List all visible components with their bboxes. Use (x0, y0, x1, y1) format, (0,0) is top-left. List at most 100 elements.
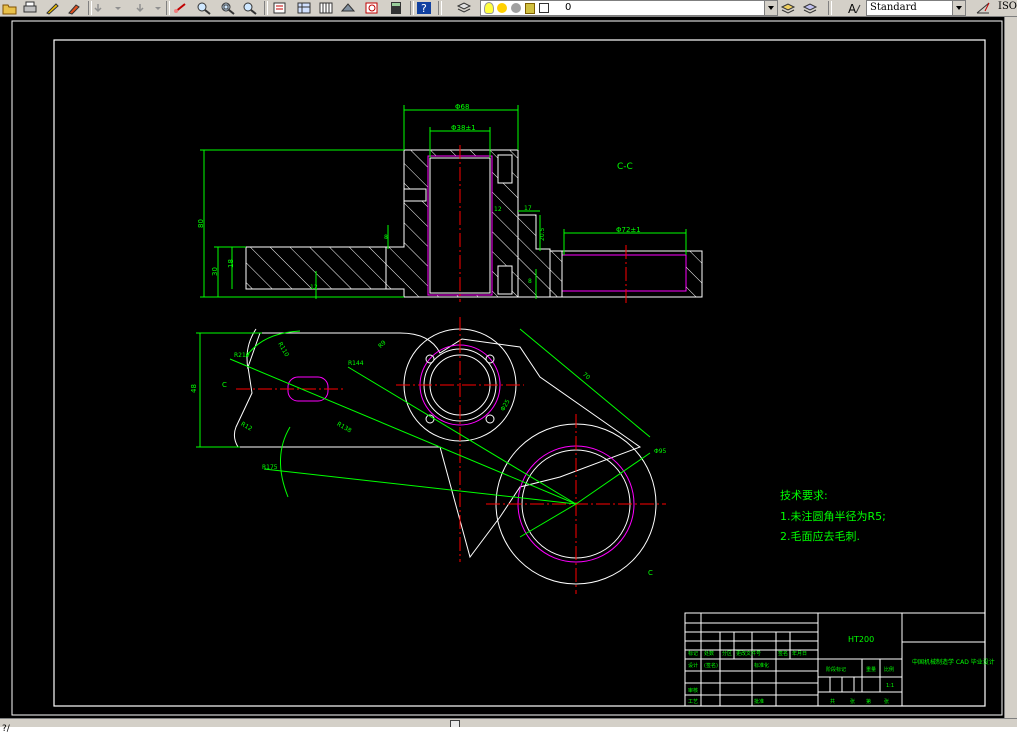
cad-window: ? 0 A Standard ISO Φ68 Φ38±1 80 30 18 8 … (0, 0, 1017, 735)
undo-dropdown-icon[interactable] (110, 1, 126, 15)
dim-bore: Φ38±1 (451, 124, 476, 132)
dim-r175: R175 (262, 464, 278, 471)
tb-cell-10: 重量 (866, 666, 876, 673)
color-swatch-icon (539, 3, 549, 13)
tb-cell-1: 处数 (704, 650, 714, 657)
tech-req-line-1: 1.未注圆角半径为R5; (780, 509, 886, 523)
redo-icon[interactable] (132, 1, 148, 15)
dim-r9: R9 (377, 339, 388, 350)
pencil-icon[interactable] (44, 1, 60, 15)
tb-cell-18: 第 (866, 698, 871, 705)
dim-right-h: 20.5 (539, 227, 546, 241)
zoom-previous-icon[interactable] (242, 1, 258, 15)
cut-mark-left: C (222, 381, 227, 389)
standard-toolbar: ? 0 A Standard ISO (0, 0, 1017, 17)
tb-cell-16: 共 (830, 698, 835, 705)
dim-style-icon[interactable] (975, 1, 991, 15)
plan-dimensions (196, 328, 651, 538)
dim-r12: R12 (240, 421, 254, 433)
dim-right-small: 8 (528, 278, 532, 285)
text-style-name: Standard (870, 2, 917, 13)
dim-height-total: 80 (197, 219, 205, 228)
tb-cell-6: 设计 (688, 662, 698, 669)
dim-r210: R210 (234, 352, 250, 359)
dim-bottom-small: 12 (310, 284, 318, 291)
dim-right-bore: Φ72±1 (616, 226, 641, 234)
dim-left-height: 48 (190, 384, 198, 393)
section-label: C-C (617, 162, 633, 172)
dim-small-h: 8 (384, 234, 388, 241)
plan-centerlines (236, 317, 666, 594)
layer-manager-icon[interactable] (456, 1, 472, 15)
redo-dropdown-icon[interactable] (150, 1, 166, 15)
sheet-set-icon[interactable] (340, 1, 356, 15)
dim-step: 17 (524, 205, 532, 212)
tb-cell-8: 标准化 (754, 662, 769, 669)
dim-r138: R138 (336, 421, 353, 435)
dim-r144: R144 (348, 360, 364, 367)
drawing-frame (53, 39, 986, 707)
tb-cell-17: 张 (850, 698, 855, 705)
tb-cell-19: 张 (884, 698, 889, 705)
tb-cell-7: (签名) (704, 662, 718, 669)
tb-cell-4: 签名 (778, 650, 788, 657)
sun-icon (497, 3, 507, 13)
pan-icon[interactable] (172, 1, 188, 15)
bulb-icon (484, 2, 494, 14)
dim-r110: R110 (276, 341, 290, 358)
tb-cell-0: 标记 (688, 650, 698, 657)
dim-arm-thickness: 30 (211, 267, 219, 276)
dim-slot-w: 12 (494, 206, 502, 213)
dim-d95: Φ95 (654, 448, 667, 455)
markup-icon[interactable] (364, 1, 380, 15)
section-view (245, 149, 703, 298)
dim-long: 70 (581, 371, 591, 381)
zoom-realtime-icon[interactable] (196, 1, 212, 15)
svg-text:?: ? (421, 2, 427, 15)
design-center-icon[interactable] (296, 1, 312, 15)
chevron-down-icon[interactable] (952, 1, 965, 15)
sheet-border (11, 20, 1003, 716)
make-object-layer-current-icon[interactable] (780, 1, 796, 15)
freeze-icon (511, 3, 521, 13)
cut-mark-right: C (648, 569, 653, 577)
open-icon[interactable] (2, 1, 18, 15)
tb-cell-14: 批准 (754, 698, 764, 705)
tech-req-title: 技术要求: (780, 489, 828, 502)
vertical-scrollbar[interactable] (1004, 17, 1017, 718)
dim-top-width: Φ68 (455, 103, 469, 111)
tb-cell-3: 更改文件号 (736, 650, 761, 657)
properties-icon[interactable] (272, 1, 288, 15)
drawing-svg: Φ68 Φ38±1 80 30 18 8 12 17 20.5 8 Φ72±1 … (11, 20, 1003, 716)
tb-cell-2: 分区 (722, 650, 732, 657)
print-icon[interactable] (22, 1, 38, 15)
dim-arm-inner: 18 (227, 259, 235, 268)
text-style-dropdown[interactable]: Standard (866, 0, 966, 16)
tb-cell-15: 1:1 (886, 683, 894, 689)
tb-cell-13: 工艺 (688, 699, 698, 705)
title-material: HT200 (848, 635, 874, 644)
plan-view (233, 328, 657, 585)
chevron-down-icon[interactable] (764, 1, 777, 15)
tool-palettes-icon[interactable] (318, 1, 334, 15)
tb-cell-5: 年月日 (792, 650, 807, 657)
dim-style-name: ISO (998, 1, 1017, 12)
calculator-icon[interactable] (388, 1, 404, 15)
tech-req-line-2: 2.毛面应去毛刺. (780, 529, 860, 543)
title-drawing-name: 中国机械制造学 CAD 毕业设计 (912, 658, 995, 666)
lock-icon (525, 3, 535, 14)
brush-icon[interactable] (66, 1, 82, 15)
drawing-canvas[interactable]: Φ68 Φ38±1 80 30 18 8 12 17 20.5 8 Φ72±1 … (0, 17, 1004, 718)
svg-text:A: A (848, 2, 857, 15)
layer-dropdown[interactable]: 0 (480, 0, 778, 16)
zoom-window-icon[interactable] (220, 1, 236, 15)
tb-cell-11: 比例 (884, 666, 894, 673)
text-style-icon[interactable]: A (846, 1, 862, 15)
layer-name: 0 (565, 2, 572, 13)
help-icon[interactable]: ? (416, 1, 432, 15)
tb-cell-12: 审核 (688, 687, 698, 694)
command-line[interactable]: ?/ (0, 724, 1017, 735)
tb-cell-9: 阶段标记 (826, 666, 846, 673)
layer-previous-icon[interactable] (802, 1, 818, 15)
undo-icon[interactable] (94, 1, 110, 15)
